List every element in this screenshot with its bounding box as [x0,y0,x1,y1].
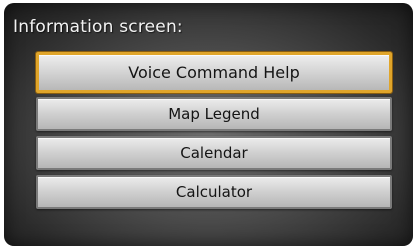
calendar-button[interactable]: Calendar [36,136,392,170]
calculator-button[interactable]: Calculator [36,175,392,209]
calendar-label: Calendar [180,144,248,162]
voice-command-help-button[interactable]: Voice Command Help [36,52,392,93]
map-legend-button[interactable]: Map Legend [36,97,392,131]
screen-title: Information screen: [13,17,183,37]
voice-command-help-label: Voice Command Help [128,63,300,82]
information-menu: Voice Command Help Map Legend Calendar C… [36,52,392,214]
information-screen: Information screen: Voice Command Help M… [4,3,413,246]
map-legend-label: Map Legend [168,105,260,123]
calculator-label: Calculator [175,183,253,201]
